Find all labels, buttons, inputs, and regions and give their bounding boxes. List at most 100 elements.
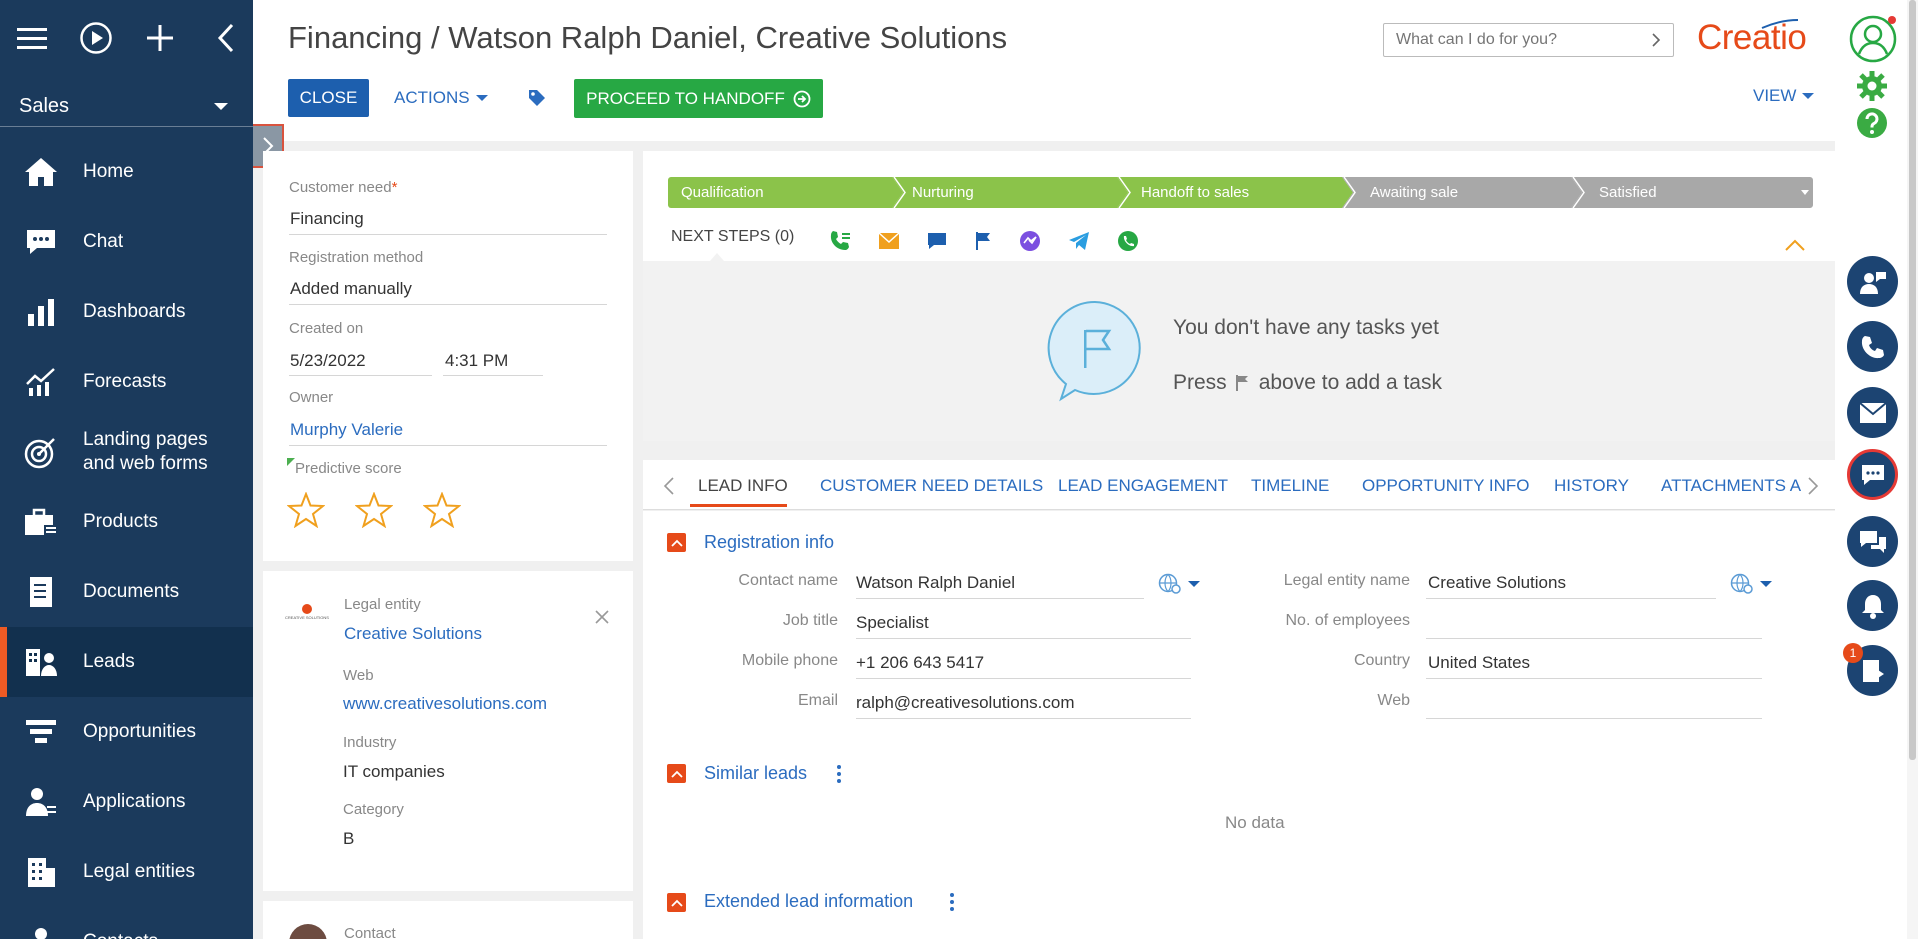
contact-name-label: Contact name [738, 572, 838, 589]
close-button[interactable]: CLOSE [288, 79, 369, 117]
notifications-bell-icon[interactable] [1847, 580, 1898, 631]
nav-item-leads[interactable]: Leads [0, 627, 253, 697]
industry-value: IT companies [343, 762, 445, 781]
registration-info-title[interactable]: Registration info [704, 532, 834, 553]
messenger-icon[interactable] [1019, 230, 1041, 252]
nav-item-opportunities[interactable]: Opportunities [0, 697, 253, 767]
close-icon[interactable] [594, 609, 610, 625]
collapse-section-icon[interactable] [667, 893, 686, 912]
actions-label: ACTIONS [394, 88, 470, 107]
proceed-to-handoff-button[interactable]: PROCEED TO HANDOFF [574, 79, 823, 118]
email-icon[interactable] [878, 232, 900, 250]
opportunities-icon [24, 715, 58, 749]
nav-item-label: Legal entities [83, 861, 195, 882]
message-icon[interactable] [927, 231, 947, 251]
chevron-right-icon[interactable] [1806, 476, 1820, 496]
collapse-up-icon[interactable] [1784, 238, 1806, 252]
help-icon[interactable] [1856, 107, 1888, 144]
no-data-text: No data [1225, 813, 1285, 832]
owner-link[interactable]: Murphy Valerie [290, 420, 403, 440]
nav-item-applications[interactable]: Applications [0, 767, 253, 837]
phone-icon[interactable] [1847, 321, 1898, 372]
telegram-icon[interactable] [1068, 231, 1090, 251]
chevron-left-icon[interactable] [662, 476, 676, 496]
nav-item-dashboards[interactable]: Dashboards [0, 277, 253, 347]
nav-item-label: Contacts [83, 930, 158, 939]
job-title-value[interactable]: Specialist [856, 613, 929, 633]
tab-timeline[interactable]: TIMELINE [1251, 476, 1329, 496]
tab-lead-info[interactable]: LEAD INFO [698, 476, 788, 496]
flag-icon[interactable] [974, 231, 992, 251]
collapse-nav-icon[interactable] [208, 20, 244, 56]
add-icon[interactable] [142, 20, 178, 56]
field-underline [289, 445, 607, 446]
scrollbar-thumb[interactable] [1909, 0, 1916, 760]
nav-item-forecasts[interactable]: Forecasts [0, 347, 253, 417]
view-label: VIEW [1753, 86, 1797, 105]
field-underline [1426, 678, 1762, 679]
agent-desk-icon[interactable] [1847, 256, 1898, 307]
nav-item-landing-pages[interactable]: Landing pages and web forms [0, 417, 253, 487]
menu-icon[interactable] [14, 20, 50, 56]
tab-attachments[interactable]: ATTACHMENTS AN [1661, 476, 1801, 496]
actions-button[interactable]: ACTIONS [394, 79, 488, 117]
notification-badge: 1 [1843, 643, 1863, 663]
nav-item-documents[interactable]: Documents [0, 557, 253, 627]
proceed-label: PROCEED TO HANDOFF [586, 88, 785, 108]
profile-icon[interactable] [1849, 15, 1897, 68]
stage-label: Handoff to sales [1141, 184, 1250, 201]
nav-item-chat[interactable]: Chat [0, 207, 253, 277]
search-input[interactable] [1396, 31, 1636, 49]
legal-entity-link[interactable]: Creative Solutions [344, 624, 482, 644]
call-icon[interactable] [829, 230, 851, 252]
predictive-score-label: Predictive score [295, 460, 402, 477]
tab-customer-need-details[interactable]: CUSTOMER NEED DETAILS [820, 476, 1043, 496]
tab-opportunity-info[interactable]: OPPORTUNITY INFO [1362, 476, 1530, 496]
more-options-icon[interactable] [836, 764, 842, 784]
chevron-down-icon [1188, 581, 1200, 587]
web-field-label: Web [1377, 692, 1410, 709]
logo-swoosh-icon [1761, 19, 1799, 29]
whatsapp-icon[interactable] [1117, 230, 1139, 252]
contact-label: Contact [344, 925, 396, 939]
web-link[interactable]: www.creativesolutions.com [343, 694, 547, 714]
legal-entity-name-value[interactable]: Creative Solutions [1428, 573, 1566, 593]
flag-icon [1235, 375, 1248, 391]
customer-need-value[interactable]: Financing [290, 209, 364, 229]
nav-item-home[interactable]: Home [0, 137, 253, 207]
more-options-icon[interactable] [949, 892, 955, 912]
tag-icon[interactable] [527, 88, 547, 113]
nav-item-label: Forecasts [83, 371, 167, 392]
similar-leads-title[interactable]: Similar leads [704, 763, 807, 784]
field-underline [1426, 638, 1762, 639]
chat-bubble-icon[interactable] [1847, 449, 1898, 500]
tab-lead-engagement[interactable]: LEAD ENGAGEMENT [1058, 476, 1228, 496]
created-time-value[interactable]: 4:31 PM [445, 351, 508, 371]
contact-lookup[interactable] [1158, 573, 1200, 595]
view-button[interactable]: VIEW [1753, 86, 1815, 106]
registration-method-value[interactable]: Added manually [290, 279, 412, 299]
mobile-phone-value[interactable]: +1 206 643 5417 [856, 653, 984, 673]
workspace-selector[interactable]: Sales [0, 87, 253, 127]
collapse-section-icon[interactable] [667, 533, 686, 552]
chevron-down-icon [1802, 93, 1815, 99]
contact-name-value[interactable]: Watson Ralph Daniel [856, 573, 1015, 593]
tab-history[interactable]: HISTORY [1554, 476, 1629, 496]
nav-item-products[interactable]: Products [0, 487, 253, 557]
legal-entity-lookup[interactable] [1730, 573, 1772, 595]
collapse-section-icon[interactable] [667, 764, 686, 783]
settings-gear-icon[interactable] [1856, 70, 1888, 107]
star-icon [355, 492, 393, 528]
run-process-icon[interactable] [78, 20, 114, 56]
extended-lead-info-title[interactable]: Extended lead information [704, 891, 913, 912]
nav-item-legal-entities[interactable]: Legal entities [0, 837, 253, 907]
email-icon[interactable] [1847, 387, 1898, 438]
created-date-value[interactable]: 5/23/2022 [290, 351, 366, 371]
feed-icon[interactable] [1847, 516, 1898, 567]
command-search[interactable] [1383, 23, 1674, 57]
email-value[interactable]: ralph@creativesolutions.com [856, 693, 1075, 713]
nav-item-contacts[interactable]: Contacts [0, 907, 253, 939]
country-value[interactable]: United States [1428, 653, 1530, 673]
next-steps-label[interactable]: NEXT STEPS (0) [671, 228, 794, 246]
nav-item-label: Dashboards [83, 301, 186, 322]
